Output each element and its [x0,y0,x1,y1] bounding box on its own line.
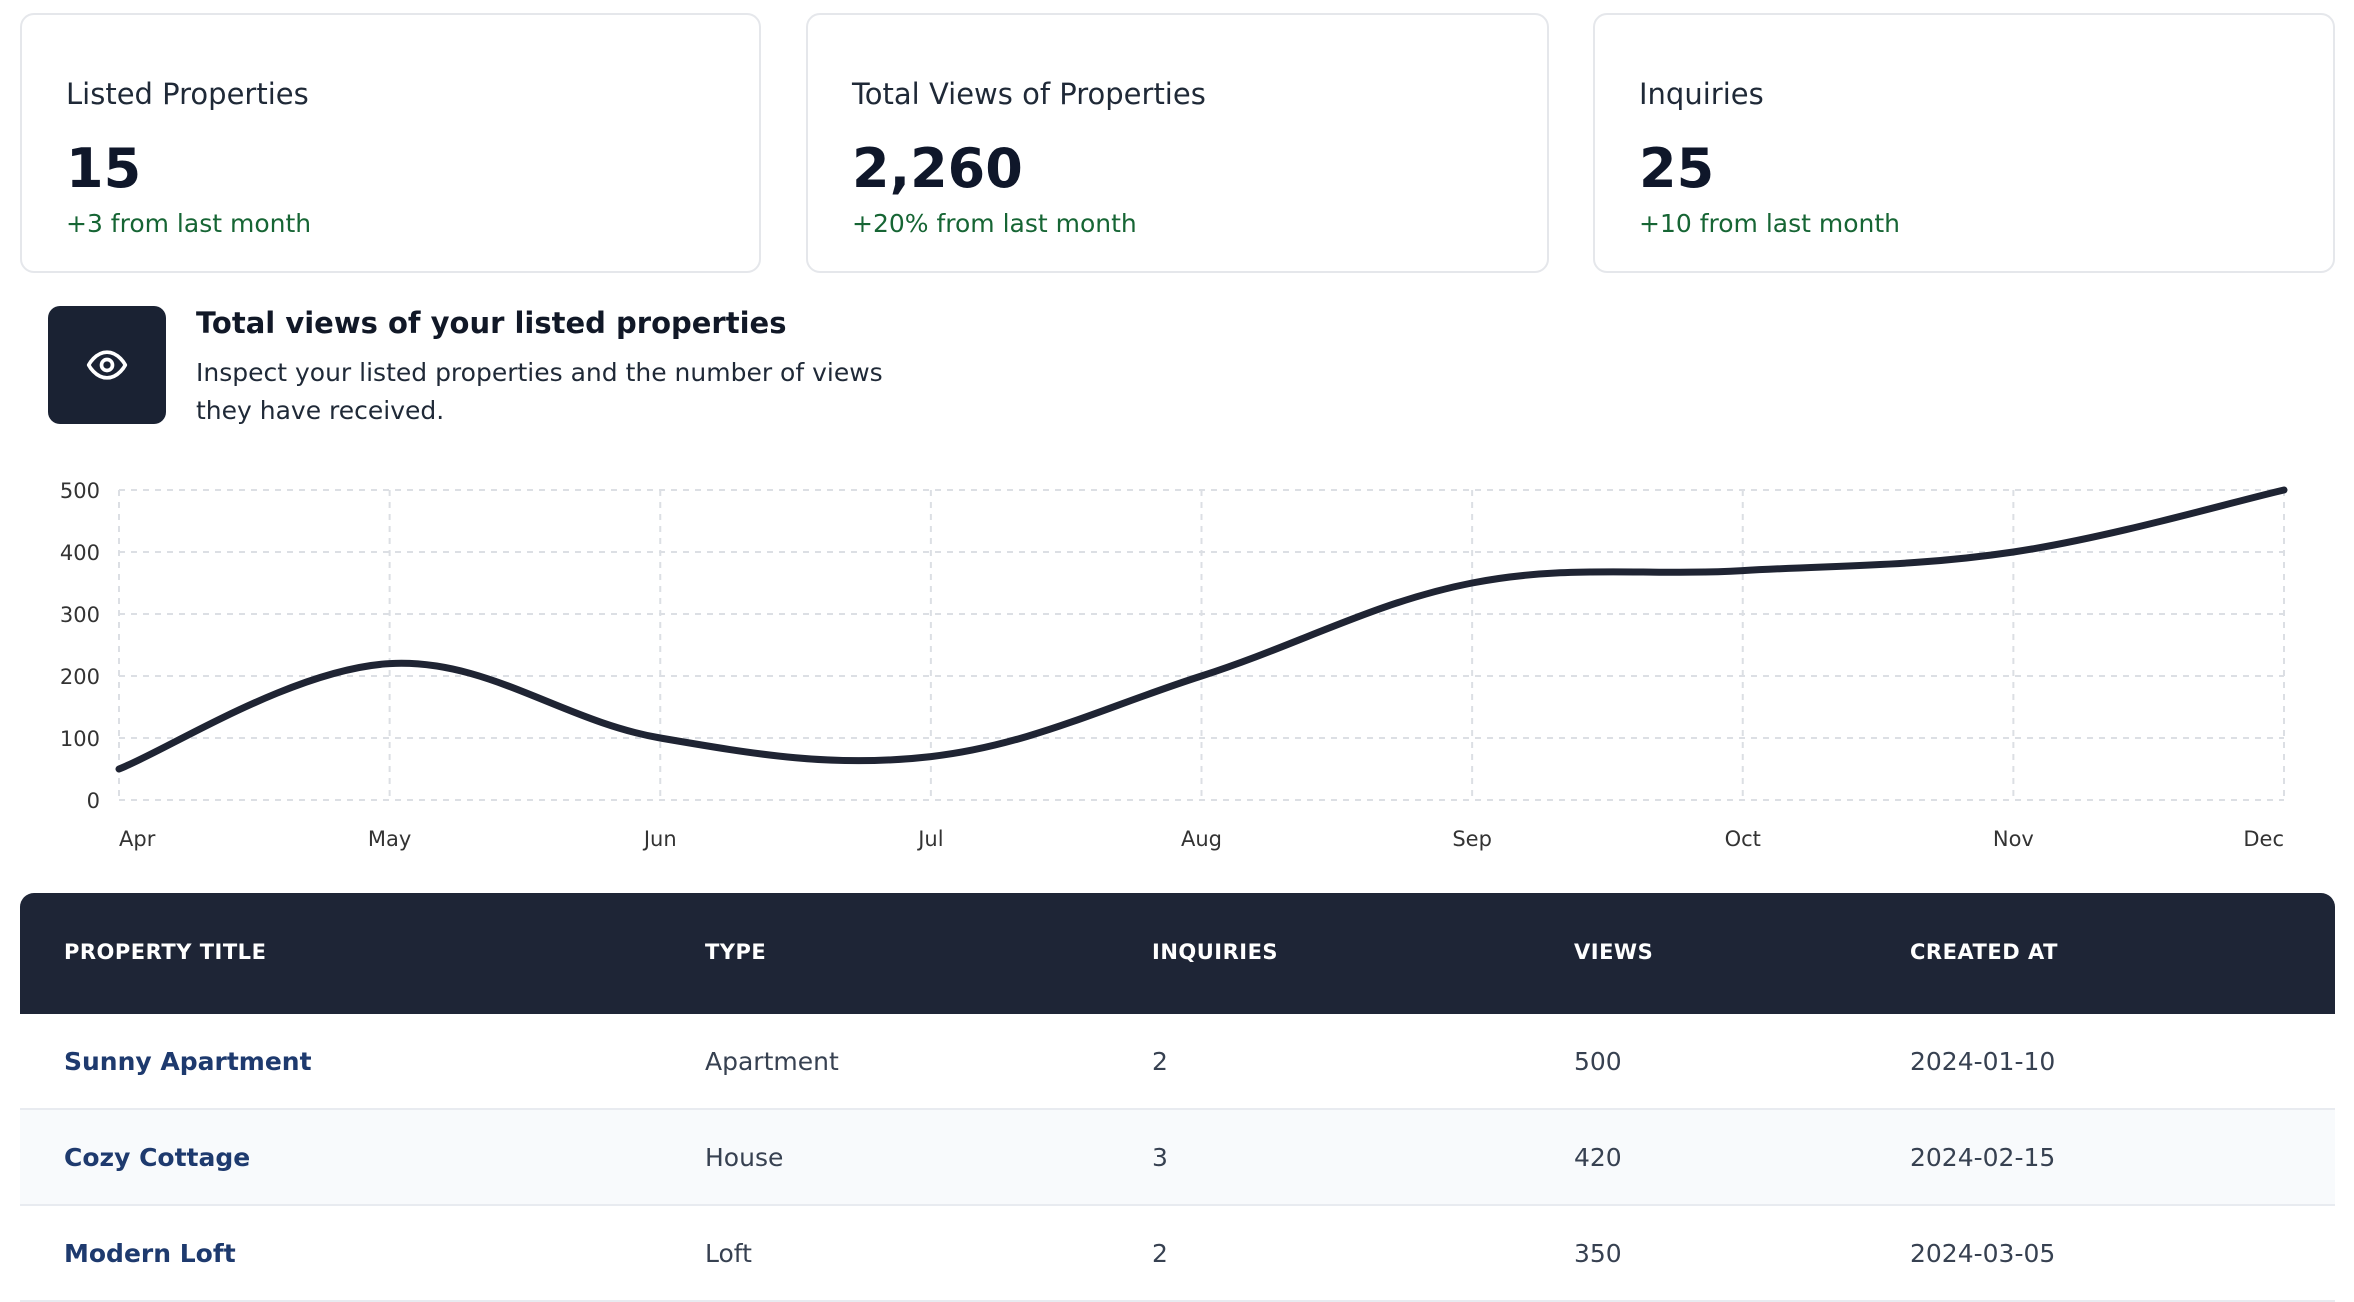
views-section-title: Total views of your listed properties [196,306,787,340]
eye-icon-box [48,306,166,424]
table-row[interactable]: Sunny Apartment Apartment 2 500 2024-01-… [20,1014,2335,1110]
y-tick-label: 400 [60,541,100,565]
property-created-at: 2024-02-15 [1910,1143,2056,1172]
column-header-created-at[interactable]: CREATED AT [1910,940,2058,964]
y-tick-label: 300 [60,603,100,627]
stat-delta: +10 from last month [1639,209,1901,238]
properties-table: PROPERTY TITLE TYPE INQUIRIES VIEWS CREA… [20,893,2335,1302]
property-type: Apartment [705,1047,839,1076]
data-point [386,660,393,667]
x-tick-label: May [368,827,411,851]
stat-card-listed-properties: Listed Properties 15 +3 from last month [20,13,761,273]
y-tick-label: 100 [60,727,100,751]
x-tick-label: Aug [1181,827,1222,851]
x-tick-label: Oct [1725,827,1761,851]
y-tick-label: 200 [60,665,100,689]
x-tick-label: Sep [1452,827,1492,851]
property-inquiries: 3 [1152,1143,1168,1172]
x-tick-label: Jul [916,827,943,851]
stat-value: 25 [1639,137,1715,200]
data-point [927,753,934,760]
table-row[interactable]: Modern Loft Loft 2 350 2024-03-05 [20,1206,2335,1302]
views-section-header: Total views of your listed properties In… [48,306,948,425]
x-tick-label: Apr [119,827,156,851]
views-line-chart: 0 100 200 300 400 500 Apr May Jun Jul Aug Sep Oct Nov… [60,479,2288,851]
column-header-title[interactable]: PROPERTY TITLE [64,940,266,964]
property-views: 350 [1574,1239,1622,1268]
data-point [1198,673,1205,679]
column-header-type[interactable]: TYPE [705,940,766,964]
column-header-inquiries[interactable]: INQUIRIES [1152,940,1278,964]
property-views: 420 [1574,1143,1622,1172]
column-header-views[interactable]: VIEWS [1574,940,1653,964]
y-tick-label: 500 [60,479,100,503]
property-title-link[interactable]: Modern Loft [64,1239,236,1268]
property-inquiries: 2 [1152,1047,1168,1076]
property-type: House [705,1143,784,1172]
x-tick-label: Dec [2243,827,2284,851]
table-row[interactable]: Cozy Cottage House 3 420 2024-02-15 [20,1110,2335,1206]
property-created-at: 2024-03-05 [1910,1239,2056,1268]
y-tick-label: 0 [87,789,100,813]
data-point [2281,487,2287,493]
property-type: Loft [705,1239,752,1268]
property-title-link[interactable]: Sunny Apartment [64,1047,312,1076]
stat-delta: +3 from last month [66,209,312,238]
data-point [1469,580,1476,586]
property-title-link[interactable]: Cozy Cottage [64,1143,250,1172]
stat-label: Listed Properties [66,77,309,111]
views-section-description: Inspect your listed properties and the n… [196,358,883,425]
property-created-at: 2024-01-10 [1910,1047,2056,1076]
x-tick-label: Nov [1993,827,2034,851]
stat-value: 15 [66,137,142,200]
property-inquiries: 2 [1152,1239,1168,1268]
table-header: PROPERTY TITLE TYPE INQUIRIES VIEWS CREA… [20,893,2335,1014]
data-point [1739,567,1746,574]
stat-value: 2,260 [852,137,1023,200]
stat-delta: +20% from last month [852,209,1137,238]
stat-label: Total Views of Properties [852,77,1206,111]
property-views: 500 [1574,1047,1622,1076]
stat-card-inquiries: Inquiries 25 +10 from last month [1593,13,2335,273]
stat-card-total-views: Total Views of Properties 2,260 +20% fro… [806,13,1549,273]
data-point [2010,549,2017,555]
data-point [116,766,122,772]
data-point [657,735,664,741]
x-tick-label: Jun [642,827,677,851]
stat-label: Inquiries [1639,77,1764,111]
eye-icon [86,350,128,380]
